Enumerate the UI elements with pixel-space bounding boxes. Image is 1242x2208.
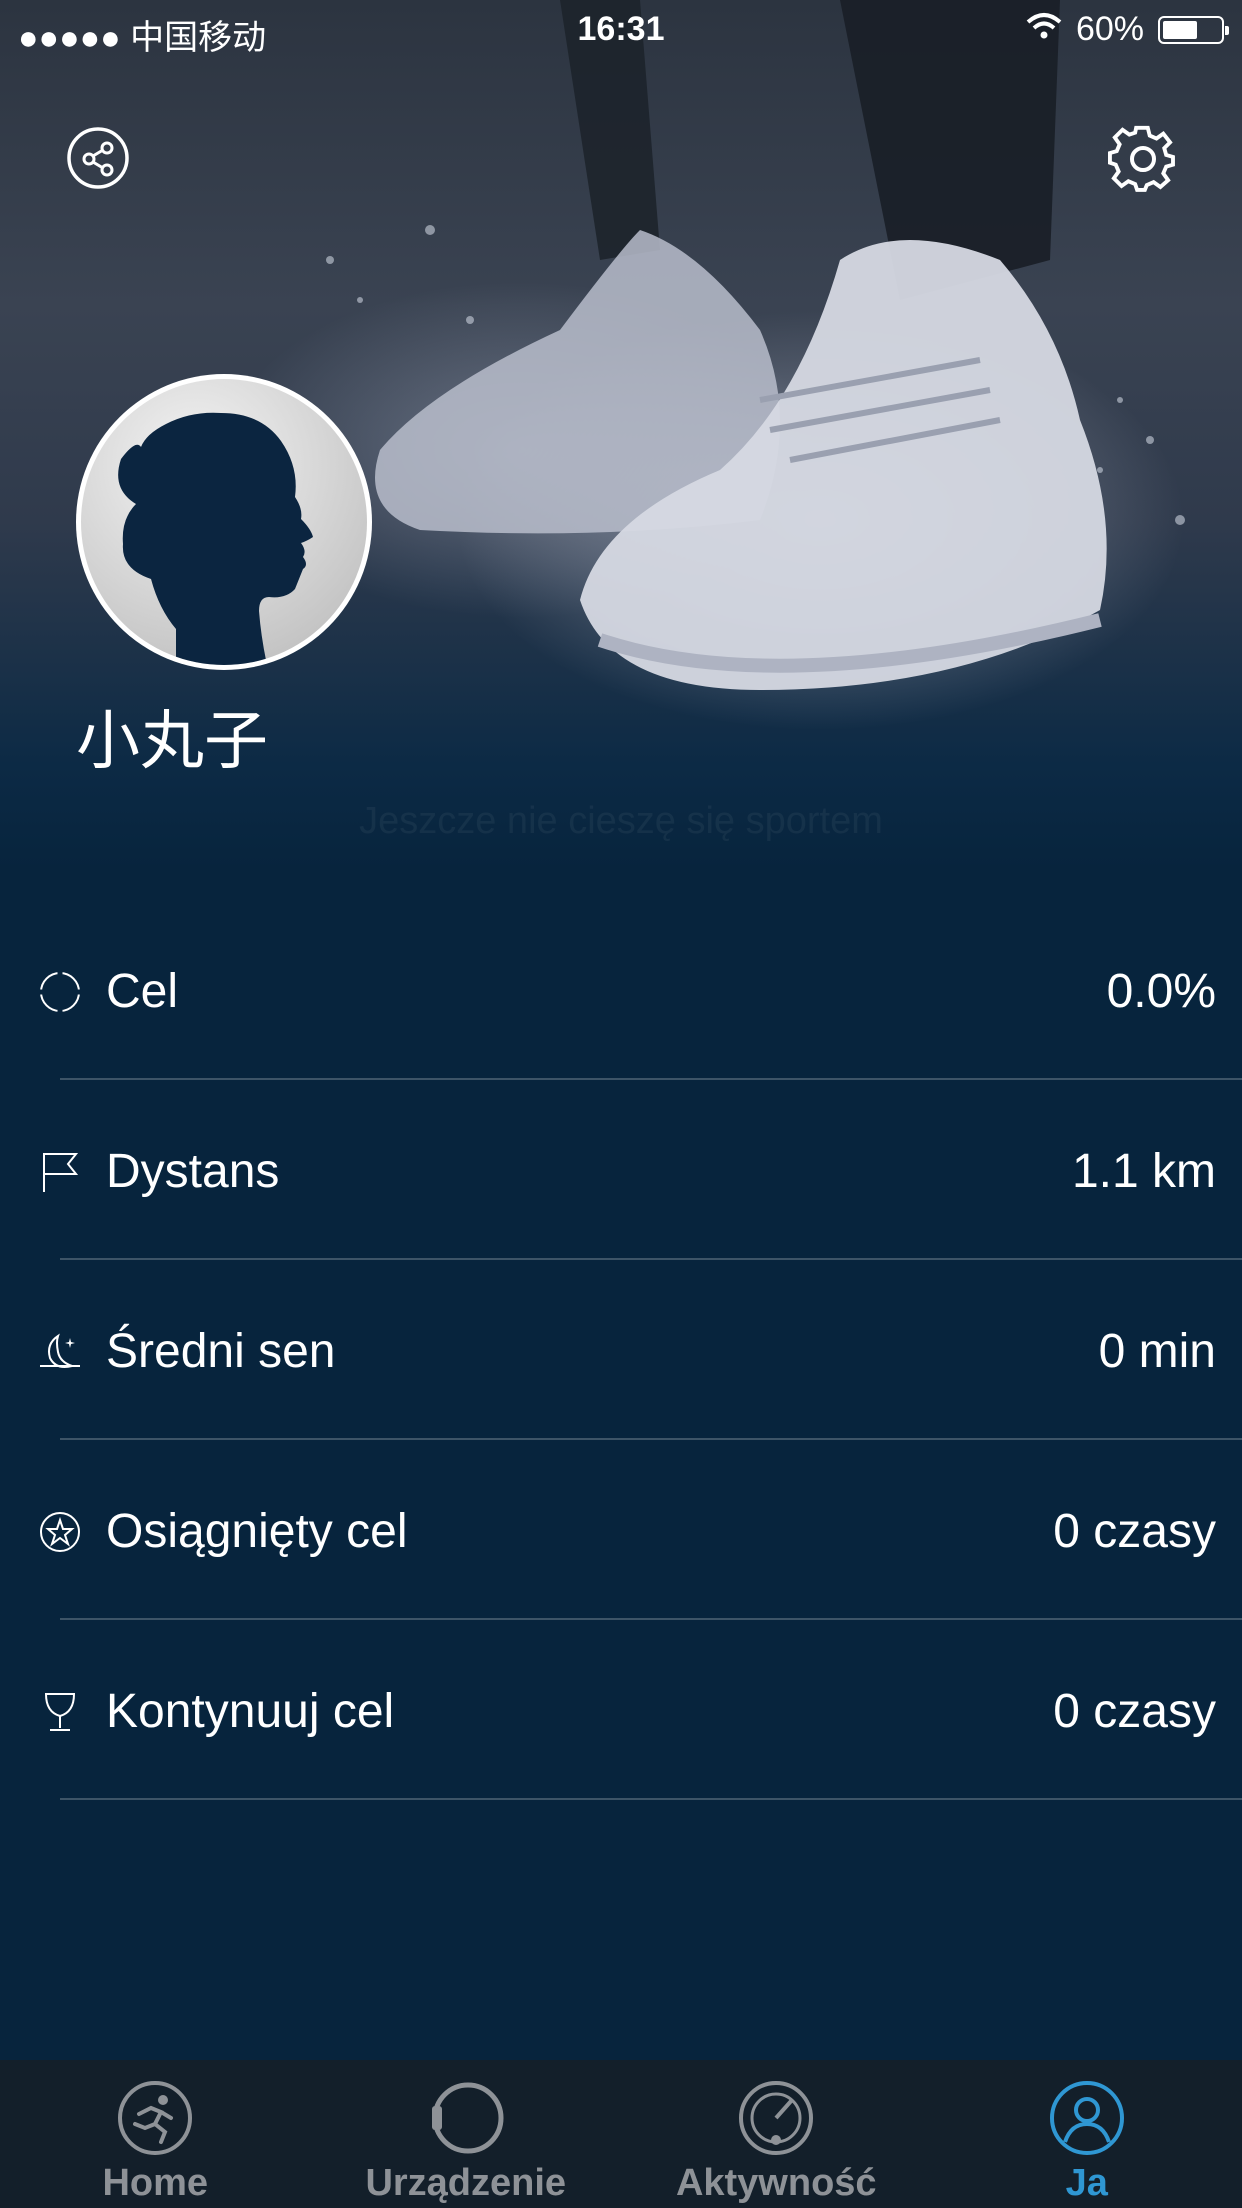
stat-row-distance[interactable]: Dystans 1.1 km xyxy=(0,1080,1242,1260)
divider xyxy=(60,1798,1242,1800)
status-indicators: 60% xyxy=(1026,10,1229,49)
stat-label: Kontynuuj cel xyxy=(106,1685,395,1738)
tab-activity[interactable]: Aktywność xyxy=(621,2060,932,2208)
tab-label: Urządzenie xyxy=(365,2162,567,2204)
stat-value: 0 min xyxy=(1098,1325,1216,1378)
share-icon xyxy=(67,127,129,189)
stats-list: Cel 0.0% Dystans 1.1 km Średni sen 0 min… xyxy=(0,900,1242,1800)
battery-icon xyxy=(1158,15,1229,44)
tab-label: Home xyxy=(102,2162,209,2204)
settings-button[interactable] xyxy=(1108,124,1178,194)
tab-device[interactable]: Urządzenie xyxy=(311,2060,622,2208)
tab-label: Ja xyxy=(1065,2162,1108,2204)
star-icon xyxy=(40,1512,80,1552)
profile-silhouette-icon xyxy=(118,412,313,665)
user-icon xyxy=(1049,2081,1124,2155)
runner-icon xyxy=(118,2081,193,2155)
stat-label: Dystans xyxy=(106,1145,280,1198)
stat-value: 0 czasy xyxy=(1053,1505,1216,1558)
stat-label: Osiągnięty cel xyxy=(106,1505,408,1558)
gear-icon xyxy=(1108,125,1175,192)
avatar[interactable] xyxy=(76,374,372,670)
tab-me[interactable]: Ja xyxy=(932,2060,1242,2208)
gauge-icon xyxy=(739,2081,814,2155)
tab-home[interactable]: Home xyxy=(0,2060,311,2208)
tab-bar: Home Urządzenie Aktywność Ja xyxy=(0,2060,1242,2208)
stat-label: Średni sen xyxy=(106,1325,336,1378)
stat-value: 0 czasy xyxy=(1053,1685,1216,1738)
stat-row-sleep[interactable]: Średni sen 0 min xyxy=(0,1260,1242,1440)
flag-icon xyxy=(43,1153,79,1192)
wifi-icon xyxy=(1026,10,1062,49)
battery-text: 60% xyxy=(1075,10,1144,48)
avatar-image xyxy=(81,379,367,665)
stat-value: 0.0% xyxy=(1106,965,1216,1018)
username: 小丸子 xyxy=(76,705,268,777)
stat-label: Cel xyxy=(106,965,179,1018)
watch-icon xyxy=(431,2082,504,2154)
stat-row-achieved-goal[interactable]: Osiągnięty cel 0 czasy xyxy=(0,1440,1242,1620)
share-button[interactable] xyxy=(66,126,130,190)
target-icon xyxy=(40,972,80,1012)
motivation-hint: Jeszcze nie cieszę się sportem xyxy=(359,800,883,842)
stat-value: 1.1 km xyxy=(1071,1145,1216,1198)
stat-row-goal[interactable]: Cel 0.0% xyxy=(0,900,1242,1080)
tab-label: Aktywność xyxy=(675,2162,877,2204)
stat-row-continue-goal[interactable]: Kontynuuj cel 0 czasy xyxy=(0,1620,1242,1800)
trophy-icon xyxy=(44,1693,76,1731)
moon-icon xyxy=(40,1333,80,1368)
status-bar: ●●●●● 中国移动 16:31 60% xyxy=(0,0,1242,60)
